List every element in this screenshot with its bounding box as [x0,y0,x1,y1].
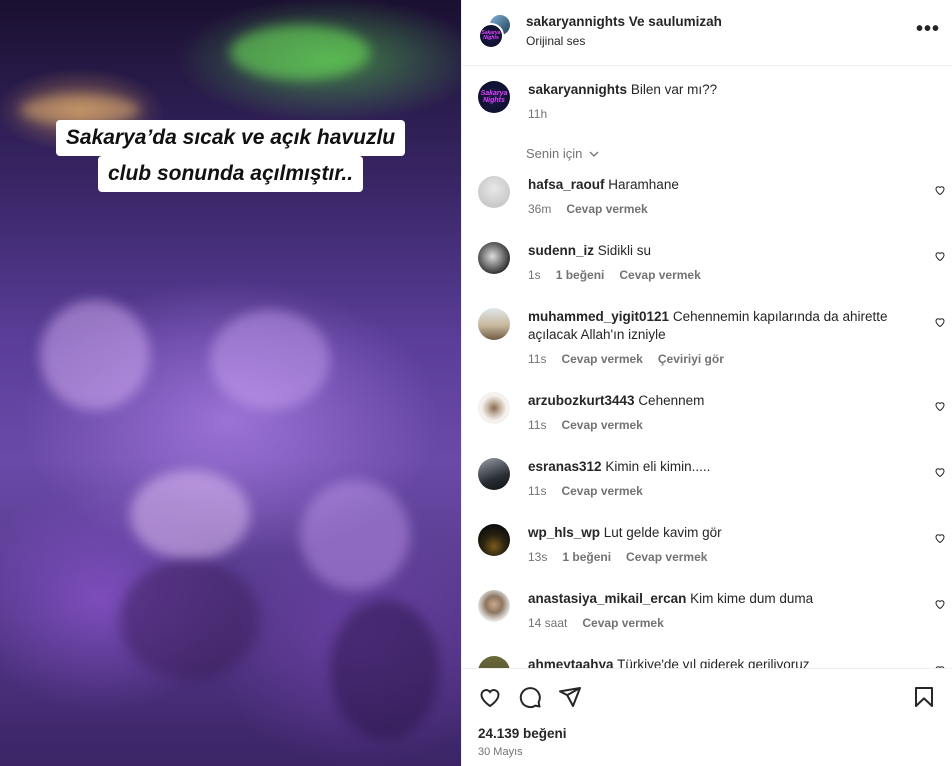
heart-icon[interactable] [478,685,502,709]
avatar[interactable] [478,176,510,208]
post-actions: 24.139 beğeni 30 Mayıs [462,668,952,766]
post-header: Sakarya Nights sakaryannights Ve saulumiz… [462,0,952,66]
heart-icon[interactable] [934,466,946,478]
reply-button[interactable]: Cevap vermek [582,614,663,632]
timestamp[interactable]: 11s [528,350,546,368]
crowd-figure [120,560,260,680]
timestamp[interactable]: 36m [528,200,551,218]
crowd-figure [210,310,330,410]
bookmark-icon[interactable] [912,685,936,709]
heart-icon[interactable] [934,400,946,412]
username[interactable]: anastasiya_mikail_ercan [528,591,686,606]
heart-icon[interactable] [934,316,946,328]
avatar[interactable] [478,656,510,668]
post-author[interactable]: sakaryannights Ve saulumizah [526,14,722,29]
post-date[interactable]: 30 Mayıs [478,746,523,758]
avatar[interactable] [478,308,510,340]
comment-text: Cehennem [638,393,705,408]
share-icon[interactable] [558,685,582,709]
username[interactable]: arzubozkurt3443 [528,393,635,408]
heart-icon[interactable] [934,184,946,196]
avatar[interactable]: Sakarya Nights [478,23,504,49]
crowd-figure [130,470,250,560]
username[interactable]: muhammed_yigit0121 [528,309,669,324]
sort-dropdown[interactable]: Senin için [526,146,599,161]
caption-line: club sonunda açılmıştır.. [97,156,364,192]
collab-avatars[interactable]: Sakarya Nights [478,13,518,53]
logo-text: Sakarya Nights [480,90,508,104]
audio-label[interactable]: Orijinal ses [526,34,722,48]
username[interactable]: sakaryannights [528,82,627,97]
comment-text: Kimin eli kimin..... [605,459,711,474]
comment-text: Lut gelde kavim gör [603,525,722,540]
stage-light [230,25,370,80]
comment-icon[interactable] [518,685,542,709]
avatar[interactable] [478,242,510,274]
video-caption: Sakarya’da sıcak ve açık havuzlu club so… [0,120,461,192]
reply-button[interactable]: Cevap vermek [561,350,642,368]
timestamp[interactable]: 11s [528,416,546,434]
reply-button[interactable]: Cevap vermek [619,266,700,284]
likes-count[interactable]: 1 beğeni [562,548,611,566]
avatar[interactable] [478,458,510,490]
more-horizontal-icon[interactable]: ••• [916,18,940,41]
crowd-figure [40,300,150,410]
reply-button[interactable]: Cevap vermek [561,482,642,500]
timestamp[interactable]: 13s [528,548,547,566]
comment-text: Haramhane [608,177,679,192]
comment-text: Türkiye'de yıl giderek geriliyoruz [617,657,810,668]
reply-button[interactable]: Cevap vermek [561,416,642,434]
post-viewer: Sakarya’da sıcak ve açık havuzlu club so… [0,0,952,766]
caption-line: Sakarya’da sıcak ve açık havuzlu [55,120,406,156]
timestamp[interactable]: 1s [528,266,541,284]
comment-text: Kim kime dum duma [690,591,814,606]
caption-text: Bilen var mı?? [630,82,718,97]
comments-list[interactable]: Sakarya Nights sakaryannights Bilen var m… [462,67,952,668]
post-sidebar: Sakarya Nights sakaryannights Ve saulumiz… [461,0,952,766]
reply-button[interactable]: Cevap vermek [566,200,647,218]
timestamp[interactable]: 11s [528,482,546,500]
avatar[interactable] [478,590,510,622]
username[interactable]: esranas312 [528,459,602,474]
logo-text: Sakarya Nights [481,30,501,41]
username[interactable]: sudenn_iz [528,243,594,258]
likes-count[interactable]: 1 beğeni [556,266,605,284]
avatar[interactable]: Sakarya Nights [478,81,510,113]
likes-count[interactable]: 24.139 beğeni [478,726,567,741]
timestamp[interactable]: 11h [528,105,547,123]
post-caption: Sakarya Nights sakaryannights Bilen var m… [478,81,952,141]
heart-icon[interactable] [934,598,946,610]
comment-text: Sidikli su [597,243,652,258]
video-player[interactable]: Sakarya’da sıcak ve açık havuzlu club so… [0,0,461,766]
sort-label: Senin için [526,146,583,161]
reply-button[interactable]: Cevap vermek [626,548,707,566]
avatar[interactable] [478,524,510,556]
username[interactable]: ahmeytaahya [528,657,614,668]
heart-icon[interactable] [934,250,946,262]
username[interactable]: hafsa_raouf [528,177,605,192]
timestamp[interactable]: 14 saat [528,614,567,632]
chevron-down-icon [589,151,599,157]
crowd-figure [300,480,410,590]
crowd-figure [330,600,440,740]
heart-icon[interactable] [934,532,946,544]
username[interactable]: wp_hls_wp [528,525,600,540]
translate-button[interactable]: Çeviriyi gör [658,350,724,368]
avatar[interactable] [478,392,510,424]
